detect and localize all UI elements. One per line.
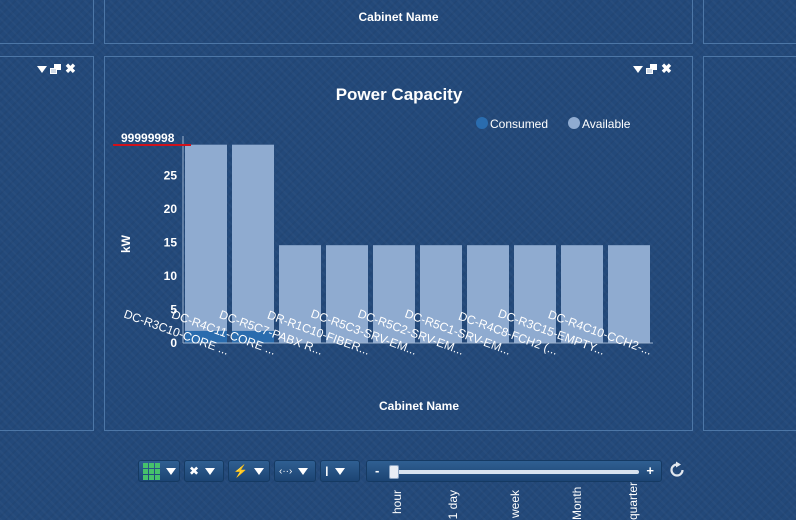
bar-available[interactable] bbox=[185, 144, 227, 331]
chevron-down-icon bbox=[166, 467, 176, 475]
temperature-button[interactable]: ǀ bbox=[320, 460, 360, 482]
chart-title: Power Capacity bbox=[336, 85, 463, 104]
left-top-panel bbox=[0, 0, 94, 44]
tick-label-quarter: quarter bbox=[626, 481, 640, 520]
y-tick-label: 10 bbox=[164, 269, 178, 283]
left-panel-controls: ✖ bbox=[37, 62, 76, 75]
x-axis-label: Cabinet Name bbox=[379, 399, 459, 413]
tick-label-month: Month bbox=[570, 486, 584, 520]
legend-marker bbox=[476, 117, 488, 129]
chevron-down-icon bbox=[205, 467, 216, 475]
time-range-slider[interactable]: - + bbox=[366, 460, 662, 482]
slider-thumb[interactable] bbox=[389, 465, 399, 479]
horizontal-resize-button[interactable]: ‹··› bbox=[274, 460, 316, 482]
tick-label-day: 1 day bbox=[446, 490, 460, 520]
slider-increase-button[interactable]: + bbox=[646, 463, 654, 478]
y-axis-label: kW bbox=[119, 234, 133, 253]
power-button[interactable]: ⚡ bbox=[228, 460, 270, 482]
legend-label[interactable]: Available bbox=[582, 117, 631, 131]
y-tick-label: 25 bbox=[164, 169, 178, 183]
top-panel-title: Cabinet Name bbox=[358, 10, 439, 24]
power-capacity-chart: Power Capacity Consumed Available 0510152… bbox=[113, 85, 654, 413]
y-tick-label: 15 bbox=[164, 236, 178, 250]
left-panel: ✖ bbox=[0, 56, 94, 431]
max-annotation: 99999998 bbox=[121, 131, 175, 145]
top-panel: Cabinet Name bbox=[104, 0, 693, 44]
right-panel bbox=[703, 56, 796, 431]
refresh-icon[interactable] bbox=[668, 461, 686, 479]
bar-available[interactable] bbox=[608, 245, 650, 343]
horizontal-arrows-icon: ‹··› bbox=[279, 465, 293, 477]
chevron-down-icon bbox=[253, 467, 264, 475]
legend-marker bbox=[568, 117, 580, 129]
thermometer-icon: ǀ bbox=[325, 463, 329, 479]
chevron-down-icon bbox=[334, 467, 345, 475]
slider-track[interactable] bbox=[391, 470, 639, 474]
legend-label[interactable]: Consumed bbox=[490, 117, 548, 131]
tick-label-week: week bbox=[508, 490, 522, 519]
tick-label-hour: hour bbox=[390, 490, 404, 515]
slider-decrease-button[interactable]: - bbox=[375, 463, 379, 478]
grid-icon bbox=[143, 462, 160, 480]
lightning-icon: ⚡ bbox=[233, 464, 248, 478]
chevron-down-icon bbox=[298, 467, 309, 475]
expand-arrows-icon: ✖ bbox=[189, 464, 200, 478]
grid-view-button[interactable] bbox=[138, 460, 180, 482]
restore-window-icon[interactable] bbox=[50, 63, 62, 75]
y-tick-label: 20 bbox=[164, 202, 178, 216]
fit-view-button[interactable]: ✖ bbox=[184, 460, 224, 482]
right-top-panel bbox=[703, 0, 796, 44]
dropdown-icon[interactable] bbox=[37, 65, 47, 73]
bar-available[interactable] bbox=[232, 144, 274, 331]
close-icon[interactable]: ✖ bbox=[65, 62, 76, 75]
chart-legend: Consumed Available bbox=[476, 117, 631, 131]
